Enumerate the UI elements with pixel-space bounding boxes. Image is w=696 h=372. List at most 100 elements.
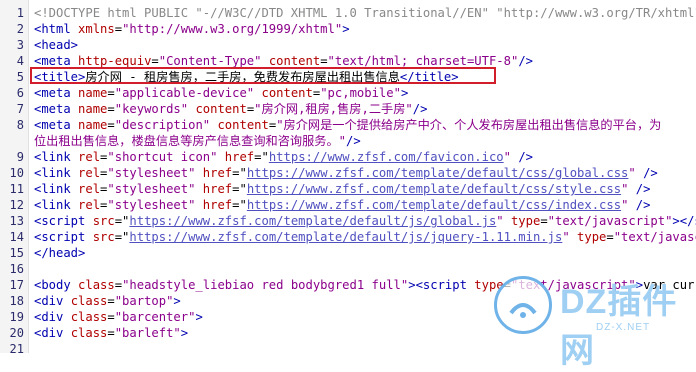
code-token: <meta [34, 86, 79, 100]
code-link[interactable]: https://www.zfsf.com/template/default/cs… [247, 198, 621, 212]
code-token: = [107, 310, 115, 324]
code-token: "shortcut icon" [107, 150, 218, 164]
line-number: 3 [16, 38, 24, 52]
code-token: content [195, 102, 247, 116]
line-number: 8 [16, 118, 24, 132]
code-token: 位出租出售信息，楼盘信息等房产信息查询和咨询服务。" [34, 134, 347, 148]
line-number: 19 [9, 310, 24, 324]
code-token: type [577, 230, 607, 244]
code-token: src [92, 230, 115, 244]
code-text: <head> [34, 37, 78, 53]
code-text: <link rel="shortcut icon" href="https://… [34, 149, 533, 165]
code-token: "Content-Type" [158, 54, 262, 68]
code-token: "barcenter" [114, 310, 196, 324]
code-token: <meta [34, 54, 79, 68]
line-number: 18 [9, 294, 24, 308]
code-token: <meta [34, 118, 79, 132]
code-text: <div class="barleft"> [34, 325, 188, 341]
line-number: 15 [9, 246, 24, 260]
code-token: <link [34, 198, 79, 212]
dz-watermark-logo: DZ插件网 DZ-X.NET [494, 272, 694, 370]
code-token: content [261, 86, 313, 100]
code-token: > [195, 310, 203, 324]
code-token: = [107, 294, 115, 308]
code-token: /> [628, 182, 651, 196]
code-text: <script src="https://www.zfsf.com/templa… [34, 213, 696, 229]
code-text: <link rel="stylesheet" href="https://www… [34, 181, 650, 197]
line-number: 2 [16, 22, 24, 36]
code-token: name [78, 102, 108, 116]
code-link[interactable]: https://www.zfsf.com/template/default/cs… [247, 182, 621, 196]
code-token: href [202, 182, 233, 196]
code-token: =" [114, 214, 130, 228]
code-token: content [268, 54, 321, 68]
code-text: <link rel="stylesheet" href="https://www… [34, 165, 658, 181]
code-text: <!DOCTYPE html PUBLIC "-//W3C//DTD XHTML… [34, 5, 696, 21]
code-token: <!DOCTYPE html PUBLIC "-//W3C//DTD XHTML… [34, 6, 696, 20]
code-text: <meta name="keywords" content="房介网,租房,售房… [34, 101, 427, 117]
code-text: <html xmlns="http://www.w3.org/1999/xhtm… [34, 21, 350, 37]
code-token: "barleft" [114, 326, 181, 340]
code-token: " [628, 166, 636, 180]
code-token: = [107, 118, 115, 132]
code-token: = [320, 54, 328, 68]
code-link[interactable]: https://www.zfsf.com/template/default/js… [129, 230, 562, 244]
code-token: "text/javascri [613, 230, 696, 244]
code-token: class [70, 326, 108, 340]
code-token: src [92, 214, 115, 228]
line-number: 12 [9, 198, 24, 212]
logo-icon [494, 276, 552, 334]
code-token: <html [34, 22, 79, 36]
code-token: = [107, 102, 115, 116]
code-token: href [202, 166, 233, 180]
line-number: 10 [9, 166, 24, 180]
code-token: href [202, 198, 233, 212]
code-token: = [107, 326, 115, 340]
code-token: name [78, 118, 108, 132]
code-token: /> [412, 102, 428, 116]
code-token: "bartop" [114, 294, 174, 308]
logo-url-text: DZ-X.NET [596, 322, 651, 333]
code-link[interactable]: https://www.zfsf.com/template/default/cs… [247, 166, 629, 180]
code-token: =" [232, 198, 247, 212]
code-token: " [496, 214, 504, 228]
code-token: rel [78, 182, 101, 196]
code-token: = [540, 214, 548, 228]
code-token: "房介网是一个提供给房产中介、个人发布房屋出租出售信息的平台，为 [276, 118, 662, 132]
code-text: <meta name="description" content="房介网是一个… [34, 117, 661, 133]
code-text: 位出租出售信息，楼盘信息等房产信息查询和咨询服务。"/> [34, 133, 361, 149]
code-token: /> [628, 198, 651, 212]
code-link[interactable]: https://www.zfsf.com/template/default/js… [129, 214, 496, 228]
code-token: "text/javascript" [547, 214, 673, 228]
code-token: = [114, 22, 123, 36]
code-token: <link [34, 166, 79, 180]
code-token: "applicable-device" [114, 86, 255, 100]
code-token: > [342, 22, 350, 36]
code-token: " [503, 150, 511, 164]
code-token: "headstyle_liebiao red bodybgred1 full" [122, 278, 409, 292]
code-token: <link [34, 182, 79, 196]
code-link[interactable]: https://www.zfsf.com/favicon.ico [269, 150, 504, 164]
code-token: <body [34, 278, 79, 292]
code-token: "stylesheet" [107, 166, 196, 180]
code-token: class [70, 310, 108, 324]
code-token: =" [114, 230, 130, 244]
code-token: rel [78, 166, 101, 180]
line-number: 13 [9, 214, 24, 228]
line-number: 5 [16, 70, 24, 84]
code-token: "pc,mobile" [320, 86, 401, 100]
code-token: > [400, 86, 409, 100]
line-number: 11 [9, 182, 24, 196]
code-token: rel [78, 198, 101, 212]
code-token: > [180, 326, 189, 340]
code-token: content [217, 118, 269, 132]
code-token: href [224, 150, 255, 164]
code-token: > [173, 294, 181, 308]
line-number: 4 [16, 54, 24, 68]
code-text: <div class="bartop"> [34, 293, 181, 309]
code-token: "keywords" [114, 102, 189, 116]
